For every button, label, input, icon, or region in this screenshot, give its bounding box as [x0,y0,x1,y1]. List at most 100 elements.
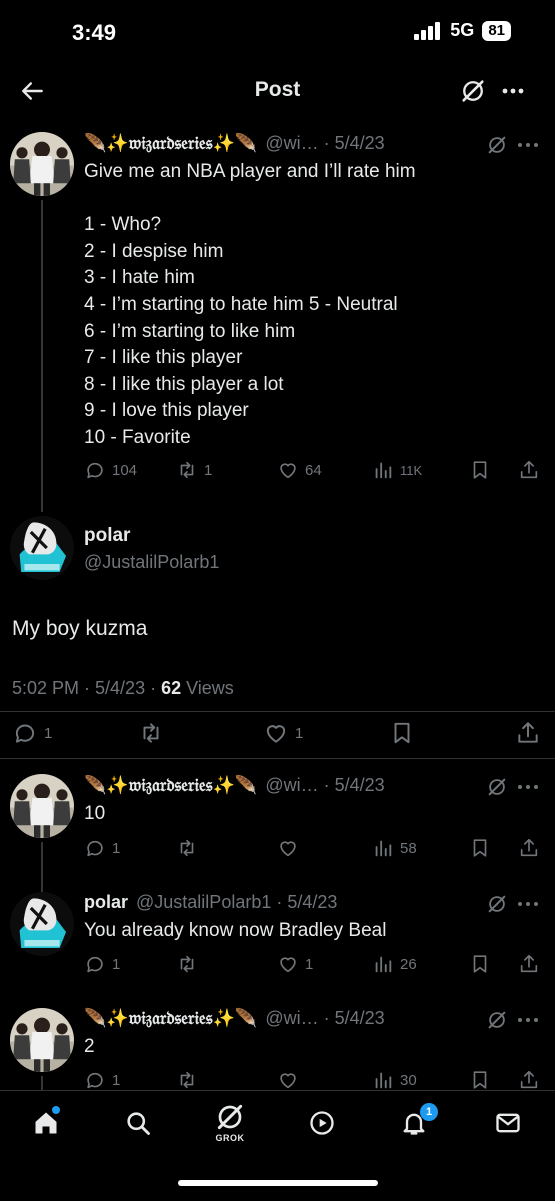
views-button[interactable]: 26 [372,953,417,975]
repost-icon [176,1069,198,1091]
display-name[interactable]: 🪶✨𝔴𝔦𝔷𝔞𝔯𝔡𝔰𝔢𝔯𝔦𝔢𝔰✨🪶 [84,775,257,796]
post-line: 9 - I love this player [84,400,249,422]
reply-icon [84,837,106,859]
display-name[interactable]: 🪶✨𝔴𝔦𝔷𝔞𝔯𝔡𝔰𝔢𝔯𝔦𝔢𝔰✨🪶 [84,133,257,154]
reply-button[interactable]: 1 [84,837,120,859]
reply-icon [84,459,106,481]
views-button[interactable]: 58 [372,837,417,859]
post-line: 2 - I despise him [84,240,224,262]
grok-label: GROK [215,1133,245,1143]
reply-button[interactable]: 104 [84,459,137,481]
mail-icon [496,1113,520,1133]
home-indicator [178,1180,378,1186]
views-button[interactable]: 30 [372,1069,417,1091]
timestamp: 5:02 PM · 5/4/23 · [12,678,162,698]
grok-icon[interactable] [486,1009,508,1031]
signal-icon [414,21,441,40]
divider [0,711,555,712]
avatar[interactable] [10,132,74,196]
nav-grok[interactable]: GROK [210,1101,250,1143]
more-icon[interactable] [516,778,540,796]
avatar[interactable] [10,516,74,580]
post-text: You already know now Bradley Beal [84,920,387,941]
handle-time: @wi… · 5/4/23 [265,133,385,153]
nav-home[interactable] [32,1106,60,1137]
avatar[interactable] [10,892,74,956]
like-icon [277,953,299,975]
reply-button[interactable]: 1 [12,720,52,746]
like-button[interactable]: 1 [263,720,303,746]
like-icon [277,459,299,481]
like-count: 64 [305,461,322,479]
grok-icon[interactable] [486,893,508,915]
views-icon [372,837,394,859]
bookmark-icon[interactable] [469,953,491,975]
like-button[interactable]: 1 [277,953,313,975]
repost-icon[interactable] [138,720,164,746]
post-line: 4 - I’m starting to hate him 5 - Neutral [84,293,398,315]
views-button[interactable]: 11K [372,459,422,481]
view-count: 58 [400,839,417,857]
handle-time: @wi… · 5/4/23 [265,775,385,795]
handle-time: @JustalilPolarb1 · 5/4/23 [136,892,338,912]
post-line: 6 - I’m starting to like him [84,320,296,342]
like-count: 1 [305,955,314,973]
share-icon[interactable] [518,459,540,481]
play-icon [310,1111,334,1135]
post-actions: 1 1 26 [84,953,544,981]
display-name[interactable]: polar [84,525,130,547]
repost-button[interactable]: 1 [176,459,212,481]
reply-button[interactable]: 1 [84,1069,120,1091]
repost-button[interactable] [176,953,198,975]
more-icon[interactable] [500,80,526,102]
nav-video[interactable] [308,1109,336,1137]
display-name[interactable]: polar [84,892,128,913]
reply-count: 1 [112,955,121,973]
repost-count: 1 [204,461,213,479]
thread-line [41,1076,43,1090]
grok-icon[interactable] [486,134,508,156]
more-icon[interactable] [516,1011,540,1029]
nav-notifications[interactable]: 1 [400,1103,438,1137]
repost-icon [176,953,198,975]
like-icon [277,1069,299,1091]
repost-button[interactable] [176,837,198,859]
status-time: 3:49 [72,20,117,45]
share-icon[interactable] [518,1069,540,1091]
more-icon[interactable] [516,136,540,154]
reply-count: 104 [112,461,138,479]
notifications-badge: 1 [420,1103,438,1121]
nav-messages[interactable] [494,1109,522,1137]
grok-icon[interactable] [486,776,508,798]
unread-dot [52,1106,60,1114]
like-button[interactable] [277,837,299,859]
like-button[interactable]: 64 [277,459,322,481]
like-button[interactable] [277,1069,299,1091]
post-line: 7 - I like this player [84,347,243,369]
network-label: 5G [450,20,475,40]
display-name[interactable]: 🪶✨𝔴𝔦𝔷𝔞𝔯𝔡𝔰𝔢𝔯𝔦𝔢𝔰✨🪶 [84,1008,257,1029]
bookmark-icon[interactable] [469,1069,491,1091]
reply-button[interactable]: 1 [84,953,120,975]
reply-count: 1 [112,839,121,857]
bookmark-icon[interactable] [469,459,491,481]
bookmark-icon[interactable] [389,720,415,746]
post-actions: 1 58 [84,837,544,865]
share-icon[interactable] [518,953,540,975]
battery-level: 81 [482,20,511,41]
avatar[interactable] [10,774,74,838]
like-icon [277,837,299,859]
grok-icon[interactable] [459,77,487,105]
post-line: 1 - Who? [84,214,162,236]
nav-search[interactable] [124,1109,152,1137]
bookmark-icon[interactable] [469,837,491,859]
share-icon[interactable] [515,720,541,746]
reply-icon [12,720,38,746]
search-icon [127,1112,150,1135]
avatar[interactable] [10,1008,74,1072]
status-bar: 3:49 5G 81 [0,0,555,66]
more-icon[interactable] [516,895,540,913]
share-icon[interactable] [518,837,540,859]
handle[interactable]: @JustalilPolarb1 [84,552,219,573]
repost-button[interactable] [176,1069,198,1091]
